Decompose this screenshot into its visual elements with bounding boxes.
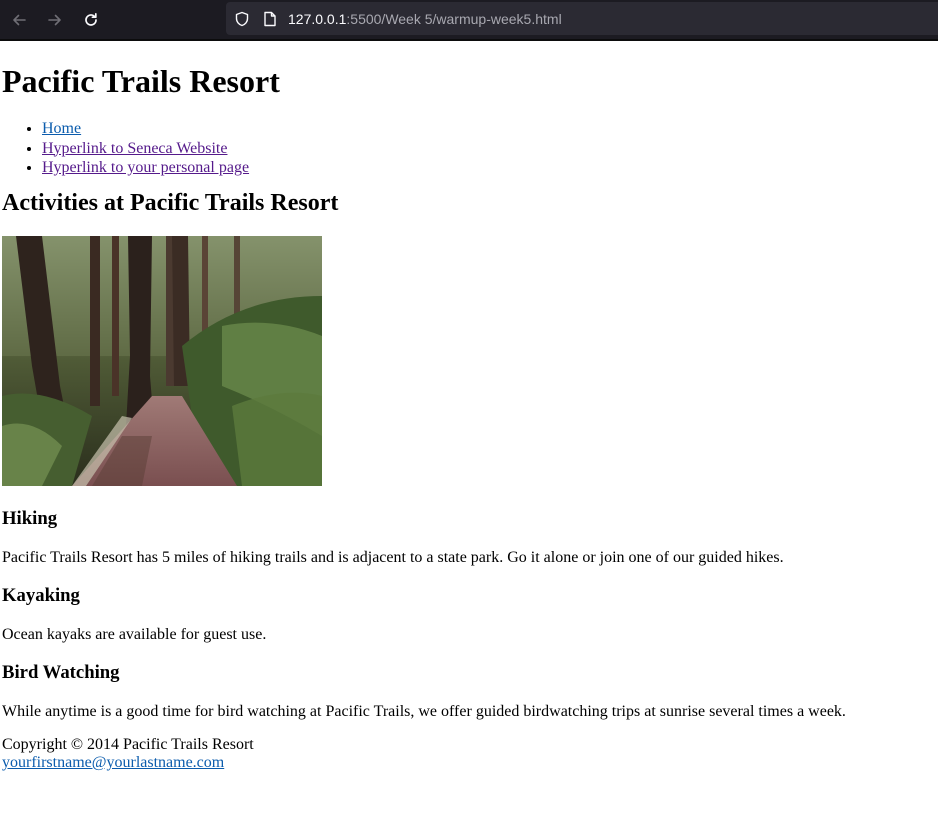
- nav-item-seneca: Hyperlink to Seneca Website: [42, 139, 936, 159]
- activity-text-hiking: Pacific Trails Resort has 5 miles of hik…: [2, 548, 784, 566]
- seneca-link[interactable]: Hyperlink to Seneca Website: [42, 140, 227, 157]
- back-button[interactable]: [4, 5, 34, 35]
- activity-heading-kayaking: Kayaking: [2, 584, 80, 606]
- forward-arrow-icon: [48, 14, 61, 25]
- back-arrow-icon: [13, 14, 26, 25]
- address-bar[interactable]: 127.0.0.1:5500/Week 5/warmup-week5.html: [226, 2, 938, 35]
- activity-text-bird-watching: While anytime is a good time for bird wa…: [2, 702, 846, 720]
- page-title: Pacific Trails Resort: [2, 63, 280, 99]
- nav-list: Home Hyperlink to Seneca Website Hyperli…: [2, 119, 936, 178]
- page-content: Pacific Trails Resort Home Hyperlink to …: [0, 41, 938, 773]
- activity-heading-hiking: Hiking: [2, 507, 58, 529]
- forest-trail-image: [2, 235, 322, 486]
- reload-icon: [85, 12, 97, 26]
- nav-item-home: Home: [42, 119, 936, 139]
- nav-item-personal: Hyperlink to your personal page: [42, 158, 936, 178]
- shield-icon[interactable]: [234, 11, 250, 27]
- copyright-text: Copyright © 2014 Pacific Trails Resort: [2, 735, 254, 753]
- browser-toolbar: 127.0.0.1:5500/Week 5/warmup-week5.html: [0, 0, 938, 39]
- url-host: 127.0.0.1: [288, 10, 347, 27]
- reload-button[interactable]: [76, 5, 106, 35]
- forward-button[interactable]: [40, 5, 70, 35]
- email-link[interactable]: yourfirstname@yourlastname.com: [2, 754, 224, 771]
- home-link[interactable]: Home: [42, 120, 81, 137]
- activity-heading-bird-watching: Bird Watching: [2, 661, 120, 683]
- url-path: :5500/Week 5/warmup-week5.html: [346, 10, 562, 27]
- personal-page-link[interactable]: Hyperlink to your personal page: [42, 159, 249, 176]
- activity-text-kayaking: Ocean kayaks are available for guest use…: [2, 625, 267, 643]
- page-icon[interactable]: [262, 11, 278, 27]
- section-title: Activities at Pacific Trails Resort: [2, 189, 339, 216]
- page-footer: Copyright © 2014 Pacific Trails Resort y…: [2, 736, 936, 773]
